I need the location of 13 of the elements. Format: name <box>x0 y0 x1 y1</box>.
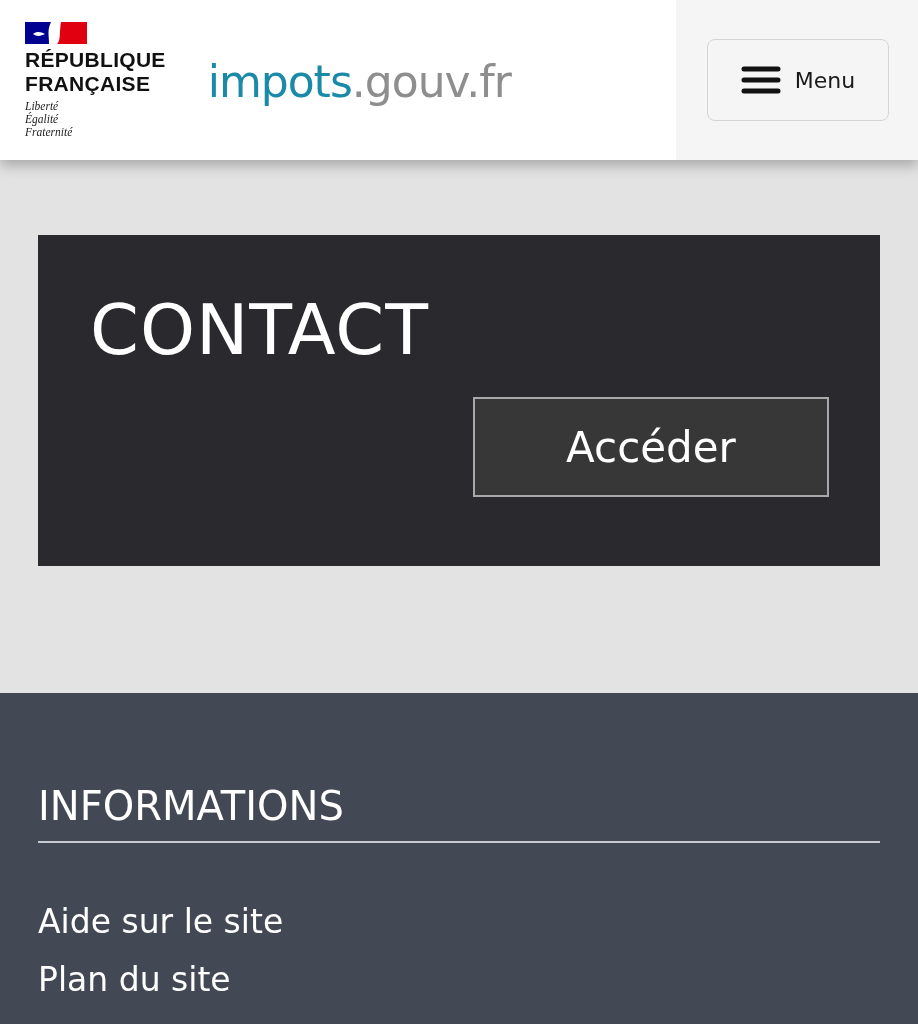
menu-button[interactable]: Menu <box>707 39 889 121</box>
footer-link[interactable]: Aide sur le site <box>38 901 284 943</box>
card-title: CONTACT <box>90 288 429 373</box>
access-button[interactable]: Accéder <box>473 397 829 497</box>
footer-link[interactable]: Plan du site <box>38 959 231 1001</box>
motto-line: Fraternité <box>25 125 74 139</box>
motto-line: Égalité <box>25 112 60 126</box>
flag-icon <box>25 21 87 44</box>
menu-icon <box>740 65 781 95</box>
motto-line: Liberté <box>25 99 60 112</box>
footer-heading: INFORMATIONS <box>38 783 880 843</box>
site-logo[interactable]: impots.gouv.fr <box>207 55 511 107</box>
republic-name: RÉPUBLIQUE FRANÇAISE <box>25 47 166 96</box>
